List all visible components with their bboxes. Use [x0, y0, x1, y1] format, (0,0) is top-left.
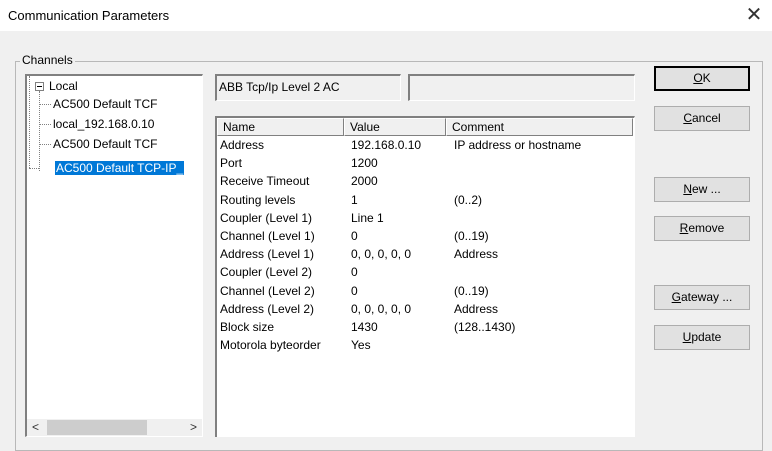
- cell-name: Address: [220, 138, 265, 152]
- cell-comment: Address: [454, 247, 499, 262]
- cell-value[interactable]: 0: [351, 282, 454, 300]
- tree-node-local[interactable]: Local: [49, 78, 78, 94]
- table-row[interactable]: Channel (Level 1) 0 (0..19): [217, 227, 634, 245]
- cell-name: Receive Timeout: [220, 174, 310, 189]
- table-row[interactable]: Coupler (Level 2) 0: [217, 263, 634, 281]
- cell-value[interactable]: 0: [351, 227, 454, 245]
- cell-value[interactable]: 1200: [351, 154, 454, 172]
- cell-value[interactable]: 1: [351, 191, 454, 209]
- column-header-comment[interactable]: Comment: [446, 118, 633, 136]
- table-row[interactable]: Block size 1430 (128..1430): [217, 318, 634, 336]
- cell-name: Address (Level 1): [220, 247, 315, 262]
- cell-name: Block size: [220, 319, 275, 334]
- cell-comment: (128..1430): [454, 319, 516, 334]
- table-row[interactable]: Routing levels 1 (0..2): [217, 191, 634, 209]
- cancel-button[interactable]: Cancel: [654, 106, 750, 131]
- cell-value[interactable]: 1430: [351, 318, 454, 336]
- cell-comment: [454, 263, 624, 281]
- table-row[interactable]: Receive Timeout 2000: [217, 172, 634, 190]
- cell-comment: (0..19): [454, 228, 489, 243]
- cell-comment: [454, 336, 624, 354]
- cell-name: Channel (Level 2): [220, 283, 315, 298]
- table-row[interactable]: Address 192.168.0.10 IP address or hostnam…: [217, 136, 634, 154]
- cell-name: Port: [220, 156, 243, 171]
- cell-name: Routing levels: [220, 192, 296, 207]
- ok-button[interactable]: OK: [654, 66, 750, 91]
- table-row[interactable]: Address (Level 1) 0, 0, 0, 0, 0 Address: [217, 245, 634, 263]
- window-title: Communication Parameters: [8, 8, 170, 23]
- driver-info-field: [408, 74, 635, 101]
- cell-name: Channel (Level 1): [220, 228, 315, 243]
- cell-comment: Address: [454, 301, 499, 316]
- cell-value[interactable]: Yes: [351, 336, 454, 354]
- cell-value[interactable]: 192.168.0.10: [351, 136, 454, 154]
- cell-name: Coupler (Level 2): [220, 265, 313, 280]
- channels-label: Channels: [20, 53, 75, 67]
- driver-name-field: ABB Tcp/Ip Level 2 AC: [215, 74, 401, 101]
- tree-line: [39, 104, 51, 105]
- scroll-right-icon[interactable]: >: [185, 419, 202, 436]
- selected-channel-label: AC500 Default TCP-IP_: [55, 161, 185, 175]
- cell-comment: [454, 172, 624, 190]
- collapse-icon[interactable]: [35, 82, 44, 91]
- table-row[interactable]: Coupler (Level 1) Line 1: [217, 209, 634, 227]
- scrollbar-thumb[interactable]: [47, 420, 147, 435]
- tree-node-channel[interactable]: AC500 Default TCF: [53, 96, 158, 112]
- tree-node-channel[interactable]: local_192.168.0.10: [53, 116, 154, 132]
- column-header-name[interactable]: Name: [217, 118, 344, 136]
- new-button[interactable]: New ...: [654, 177, 750, 202]
- cell-comment: [454, 154, 624, 172]
- update-button[interactable]: Update: [654, 325, 750, 350]
- close-icon[interactable]: ✕: [742, 3, 766, 27]
- remove-button[interactable]: Remove: [654, 216, 750, 241]
- tree-line: [29, 168, 39, 169]
- table-body: Address 192.168.0.10 IP address or hostnam…: [217, 136, 634, 354]
- tree-line: [39, 144, 51, 145]
- table-row[interactable]: Motorola byteorder Yes: [217, 336, 634, 354]
- tree-node-channel[interactable]: AC500 Default TCF: [53, 136, 158, 152]
- cell-name: Coupler (Level 1): [220, 210, 313, 225]
- cell-comment: (0..19): [454, 283, 489, 298]
- table-row[interactable]: Address (Level 2) 0, 0, 0, 0, 0 Address: [217, 300, 634, 318]
- parameter-table[interactable]: Name Value Comment Address 192.168.0.10 IP…: [215, 116, 635, 437]
- cell-value[interactable]: Line 1: [351, 209, 454, 227]
- table-row[interactable]: Port 1200: [217, 154, 634, 172]
- cell-value[interactable]: 2000: [351, 172, 454, 190]
- tree-horizontal-scrollbar[interactable]: < >: [27, 419, 202, 436]
- table-header: Name Value Comment: [217, 118, 634, 136]
- cell-value[interactable]: 0, 0, 0, 0, 0: [351, 245, 454, 263]
- cell-comment: (0..2): [454, 192, 483, 207]
- cell-name: Address (Level 2): [220, 301, 315, 316]
- scroll-left-icon[interactable]: <: [27, 419, 44, 436]
- tree-line: [39, 124, 51, 125]
- table-row[interactable]: Channel (Level 2) 0 (0..19): [217, 282, 634, 300]
- cell-comment: [454, 209, 624, 227]
- gateway-button[interactable]: Gateway ...: [654, 285, 750, 310]
- tree-line: [29, 76, 30, 168]
- tree-node-selected[interactable]: AC500 Default TCP-IP_: [55, 160, 185, 176]
- cell-comment: IP address or hostname: [454, 138, 582, 152]
- channel-tree[interactable]: Local AC500 Default TCF local_192.168.0.…: [25, 74, 203, 437]
- column-header-value[interactable]: Value: [344, 118, 446, 136]
- cell-value[interactable]: 0, 0, 0, 0, 0: [351, 300, 454, 318]
- cell-name: Motorola byteorder: [220, 338, 321, 353]
- title-bar: Communication Parameters ✕: [0, 0, 772, 31]
- cell-value[interactable]: 0: [351, 263, 454, 281]
- tree-line: [39, 91, 40, 171]
